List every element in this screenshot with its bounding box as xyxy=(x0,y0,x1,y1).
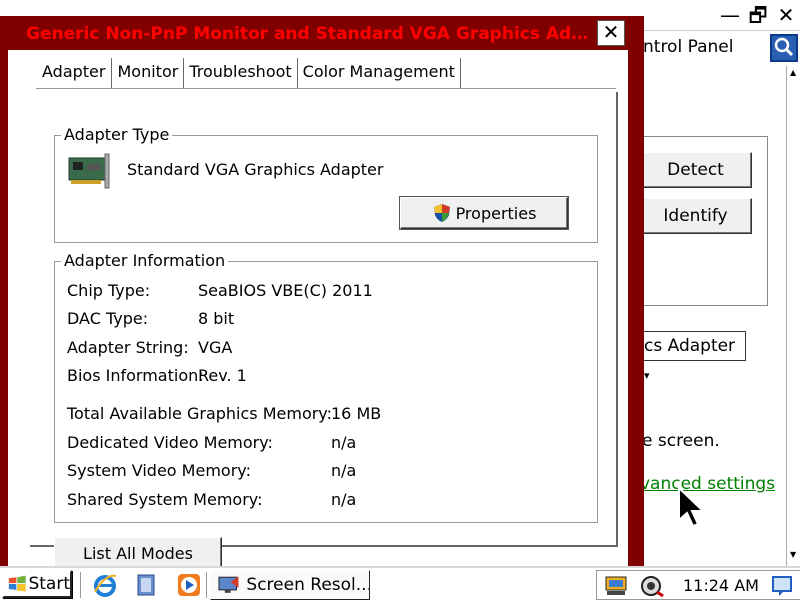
screen-text: e screen. xyxy=(642,431,720,451)
dedicated-video-memory-label: Dedicated Video Memory: xyxy=(67,433,273,452)
identify-button[interactable]: Identify xyxy=(640,198,752,234)
properties-button-label: Properties xyxy=(455,203,537,223)
start-label: Start xyxy=(28,574,70,594)
show-desktop-icon[interactable] xyxy=(134,572,160,598)
system-video-memory-value: n/a xyxy=(331,461,357,480)
start-button[interactable]: Start xyxy=(2,570,72,598)
dialog-close-button[interactable]: ✕ xyxy=(597,20,625,46)
bios-information-label: Bios Information: xyxy=(67,366,204,385)
adapter-tab-content: Adapter Type Standard VGA Graphics Adapt… xyxy=(30,92,618,570)
volume-icon[interactable] xyxy=(639,574,665,598)
chevron-down-icon: ▾ xyxy=(644,369,650,382)
taskbar-separator xyxy=(206,572,208,598)
chip-type-value: SeaBIOS VBE(C) 2011 xyxy=(198,281,373,300)
dac-type-value: 8 bit xyxy=(198,309,235,328)
bios-information-value: Rev. 1 xyxy=(198,366,247,385)
adapter-name: Standard VGA Graphics Adapter xyxy=(127,160,384,179)
uac-shield-icon xyxy=(433,204,450,222)
dedicated-video-memory-value: n/a xyxy=(331,433,357,452)
screen-resolution-icon xyxy=(218,576,239,593)
minimize-button[interactable]: — xyxy=(717,2,743,28)
dac-type-label: DAC Type: xyxy=(67,309,149,328)
adapter-string-label: Adapter String: xyxy=(67,338,189,357)
shared-system-memory-value: n/a xyxy=(331,490,357,509)
total-graphics-memory-value: 16 MB xyxy=(331,404,382,423)
internet-explorer-icon[interactable] xyxy=(92,572,118,598)
display-dropdown-value: cs Adapter xyxy=(644,336,736,356)
taskbar-separator xyxy=(80,572,82,598)
windows-logo-icon xyxy=(8,575,26,592)
tab-strip: Adapter Monitor Troubleshoot Color Manag… xyxy=(36,58,461,88)
adapter-information-group: Adapter Information Chip Type: SeaBIOS V… xyxy=(54,251,598,523)
adapter-type-group: Adapter Type Standard VGA Graphics Adapt… xyxy=(54,125,598,243)
task-button-screen-resolution[interactable]: Screen Resol... xyxy=(210,570,370,600)
chip-type-label: Chip Type: xyxy=(67,281,151,300)
search-icon[interactable] xyxy=(770,34,798,62)
window-close-button[interactable]: ✕ xyxy=(773,2,799,28)
adapter-information-legend: Adapter Information xyxy=(61,251,229,270)
vertical-scrollbar[interactable]: ▲ ▼ xyxy=(786,66,800,566)
display-dropdown[interactable]: cs Adapter ▾ xyxy=(640,331,746,382)
shared-system-memory-label: Shared System Memory: xyxy=(67,490,263,509)
adapter-type-legend: Adapter Type xyxy=(61,125,173,144)
system-tray: 11:24 AM xyxy=(596,570,800,600)
adapter-properties-dialog: Generic Non-PnP Monitor and Standard VGA… xyxy=(0,16,644,570)
control-panel-label: ntrol Panel xyxy=(643,37,734,57)
graphics-card-icon xyxy=(68,153,110,189)
tab-monitor[interactable]: Monitor xyxy=(112,58,185,88)
dialog-title: Generic Non-PnP Monitor and Standard VGA… xyxy=(26,24,598,44)
total-graphics-memory-label: Total Available Graphics Memory: xyxy=(67,404,332,423)
detect-button[interactable]: Detect xyxy=(640,152,752,188)
taskbar: Start Screen Resol... 11:24 AM xyxy=(0,566,800,600)
tab-adapter[interactable]: Adapter xyxy=(36,58,113,88)
clock[interactable]: 11:24 AM xyxy=(683,576,759,595)
properties-button[interactable]: Properties xyxy=(400,197,568,229)
media-player-icon[interactable] xyxy=(176,572,202,598)
adapter-string-value: VGA xyxy=(198,338,233,357)
scroll-up-arrow-icon[interactable]: ▲ xyxy=(790,68,796,77)
task-button-label: Screen Resol... xyxy=(246,575,369,595)
tab-troubleshoot[interactable]: Troubleshoot xyxy=(184,58,298,88)
scroll-down-arrow-icon[interactable]: ▼ xyxy=(790,550,796,559)
system-video-memory-label: System Video Memory: xyxy=(67,461,251,480)
tab-color-management[interactable]: Color Management xyxy=(298,58,461,88)
mouse-cursor-icon xyxy=(678,486,706,528)
advanced-settings-link[interactable]: vanced settings xyxy=(640,474,775,494)
tab-divider xyxy=(36,88,616,89)
restore-button[interactable]: 🗗 xyxy=(745,2,771,28)
network-icon[interactable] xyxy=(603,574,629,598)
action-center-icon[interactable] xyxy=(771,574,795,598)
dialog-client-area: Adapter Monitor Troubleshoot Color Manag… xyxy=(8,50,628,570)
